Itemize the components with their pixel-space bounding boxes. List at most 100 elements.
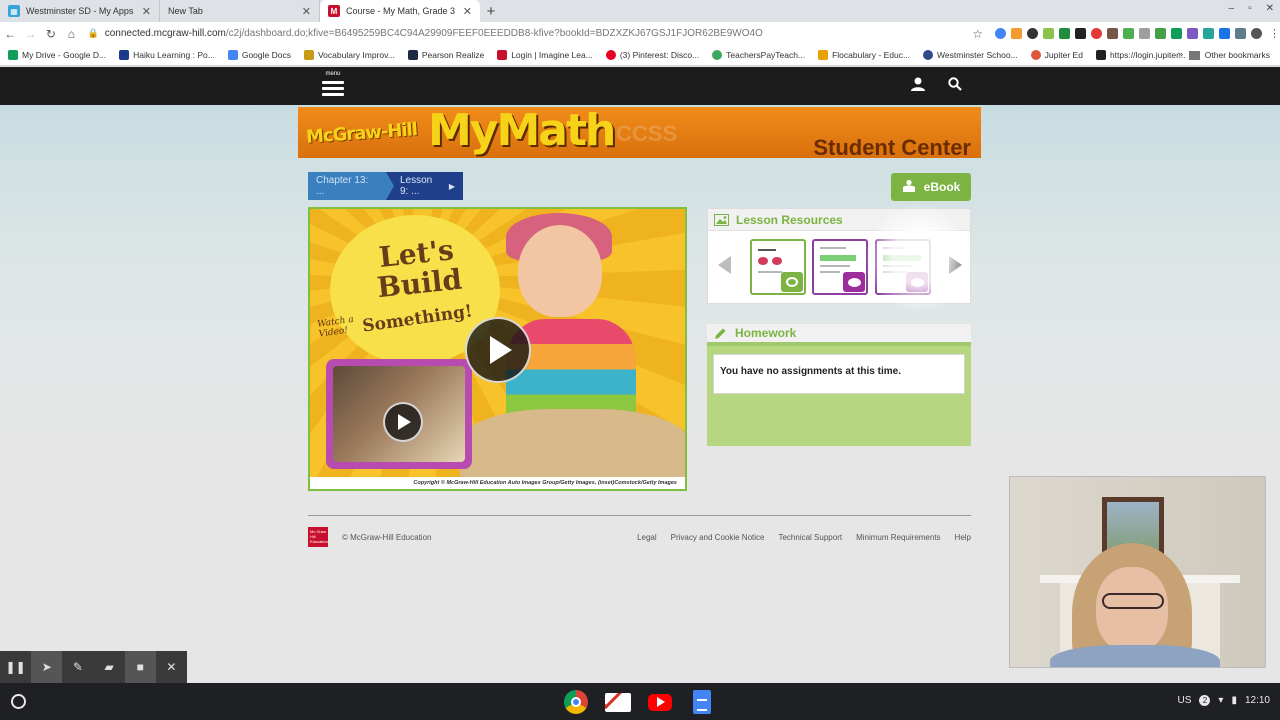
lesson-video[interactable]: Let's Build Something! Watch a Video! Co… bbox=[308, 207, 687, 491]
docs-icon[interactable] bbox=[688, 689, 716, 715]
extension-icon[interactable] bbox=[1091, 28, 1103, 39]
extension-icon[interactable] bbox=[1139, 28, 1151, 39]
breadcrumb-lesson-label: Lesson 9: ... bbox=[400, 175, 433, 197]
forward-arrow-icon[interactable]: → bbox=[20, 27, 40, 41]
manipulative-badge-icon bbox=[781, 272, 803, 292]
highlighter-icon[interactable]: ▰ bbox=[94, 651, 125, 683]
bookmark-item[interactable]: Haiku Learning : Po... bbox=[119, 50, 215, 60]
clock: 12:10 bbox=[1244, 695, 1270, 706]
search-icon[interactable] bbox=[948, 77, 962, 94]
resource-thumbnail[interactable] bbox=[875, 239, 931, 295]
new-tab-button[interactable]: + bbox=[480, 0, 502, 22]
bookmark-item[interactable]: Vocabulary Improv... bbox=[303, 50, 395, 60]
bookmark-item[interactable]: Flocabulary - Educ... bbox=[818, 50, 910, 60]
bookmark-item[interactable]: TeachersPayTeach... bbox=[712, 50, 805, 60]
footer-link-legal[interactable]: Legal bbox=[637, 533, 657, 542]
breadcrumb-chapter[interactable]: Chapter 13: ... bbox=[308, 172, 394, 200]
jupiter-login-icon bbox=[1095, 50, 1106, 60]
extension-icon[interactable] bbox=[995, 28, 1007, 39]
browser-tab-my-apps[interactable]: ▦ Westminster SD - My Apps ✕ bbox=[0, 0, 160, 22]
extension-icon[interactable] bbox=[1219, 28, 1231, 39]
user-icon[interactable] bbox=[910, 77, 926, 94]
launcher-circle-icon[interactable] bbox=[11, 694, 26, 709]
thumbnail-line bbox=[820, 247, 846, 249]
footer-link-requirements[interactable]: Minimum Requirements bbox=[856, 533, 940, 542]
bookmark-item[interactable]: My Drive - Google D... bbox=[8, 50, 106, 60]
notification-count-badge: 2 bbox=[1199, 695, 1211, 706]
video-inset-frame bbox=[326, 359, 472, 469]
camera-icon[interactable]: ■ bbox=[124, 651, 156, 683]
play-icon[interactable] bbox=[465, 317, 531, 383]
bookmark-item[interactable]: Jupiter Ed bbox=[1030, 50, 1083, 60]
chrome-icon[interactable] bbox=[562, 689, 590, 715]
bookmark-label: https://login.jupiter... bbox=[1109, 50, 1186, 60]
url-input[interactable]: 🔒 connected.mcgraw-hill.com/c2j/dashboar… bbox=[88, 25, 903, 43]
carousel-prev-arrow-icon[interactable] bbox=[718, 256, 731, 274]
close-icon[interactable]: ✕ bbox=[463, 5, 472, 18]
extension-icon[interactable] bbox=[1107, 28, 1119, 39]
youtube-icon[interactable] bbox=[646, 689, 674, 715]
menu-button[interactable]: menu bbox=[322, 71, 344, 99]
profile-avatar-icon[interactable] bbox=[1251, 28, 1263, 39]
footer-link-help[interactable]: Help bbox=[955, 533, 971, 542]
restore-icon[interactable]: ▫ bbox=[1248, 3, 1252, 14]
extension-icon[interactable] bbox=[1027, 28, 1039, 39]
browser-tab-new-tab[interactable]: New Tab ✕ bbox=[160, 0, 320, 22]
girl-face-illustration bbox=[518, 225, 602, 317]
bookmark-star-icon[interactable]: ☆ bbox=[972, 27, 983, 41]
bookmark-item[interactable]: https://login.jupiter... bbox=[1095, 50, 1186, 60]
close-icon[interactable]: ✕ bbox=[302, 5, 311, 18]
resource-thumbnail[interactable] bbox=[750, 239, 806, 295]
extension-icon[interactable] bbox=[1155, 28, 1167, 39]
bookmark-item[interactable]: (3) Pinterest: Disco... bbox=[605, 50, 699, 60]
status-tray[interactable]: US 2 ▾ ▮ 12:10 bbox=[1178, 695, 1270, 706]
minimize-icon[interactable]: – bbox=[1229, 3, 1235, 14]
url-path: /c2j/dashboard.do;kfive=B6495259BC4C94A2… bbox=[225, 28, 763, 39]
carousel-next-arrow-icon[interactable] bbox=[949, 256, 962, 274]
bookmark-label: TeachersPayTeach... bbox=[726, 50, 806, 60]
resource-thumbnail[interactable] bbox=[812, 239, 868, 295]
extension-icon[interactable] bbox=[1171, 28, 1183, 39]
pause-icon[interactable]: ❚❚ bbox=[0, 651, 31, 683]
browser-menu-icon[interactable]: ⋮ bbox=[1269, 27, 1280, 40]
pen-icon[interactable]: ✎ bbox=[62, 651, 93, 683]
close-window-icon[interactable]: ✕ bbox=[1266, 3, 1274, 14]
gmail-icon[interactable] bbox=[604, 689, 632, 715]
homework-header: Homework bbox=[707, 324, 971, 346]
webcam-overlay[interactable] bbox=[1009, 476, 1266, 668]
extension-icon[interactable] bbox=[1235, 28, 1247, 39]
browser-tab-course[interactable]: M Course - My Math, Grade 3 ✕ bbox=[320, 0, 480, 22]
pointer-icon[interactable]: ➤ bbox=[31, 651, 63, 683]
other-bookmarks[interactable]: Other bookmarks bbox=[1188, 50, 1270, 60]
bookmark-item[interactable]: Westminster Schoo... bbox=[923, 50, 1018, 60]
extension-icon[interactable] bbox=[1011, 28, 1023, 39]
back-arrow-icon[interactable]: ← bbox=[0, 27, 20, 41]
webcam-presenter-glasses bbox=[1102, 593, 1164, 609]
bookmarks-overflow-chevron[interactable]: » bbox=[1178, 49, 1183, 59]
bookmark-item[interactable]: Pearson Realize bbox=[407, 50, 484, 60]
lesson-resources-panel: Lesson Resources bbox=[707, 203, 974, 313]
breadcrumb-lesson[interactable]: Lesson 9: ... ▶ bbox=[386, 172, 463, 200]
extension-icon[interactable] bbox=[1075, 28, 1087, 39]
close-icon[interactable]: ✕ bbox=[142, 5, 151, 18]
extension-icon[interactable] bbox=[1059, 28, 1071, 39]
vocabulary-icon bbox=[303, 50, 314, 60]
tab-title: Course - My Math, Grade 3 bbox=[346, 6, 456, 16]
reload-icon[interactable]: ↻ bbox=[41, 27, 61, 41]
extension-icon[interactable] bbox=[1123, 28, 1135, 39]
bookmark-item[interactable]: Google Docs bbox=[227, 50, 291, 60]
footer-link-support[interactable]: Technical Support bbox=[778, 533, 842, 542]
inset-play-icon[interactable] bbox=[383, 402, 423, 442]
ebook-button[interactable]: eBook bbox=[891, 173, 971, 201]
footer-link-privacy[interactable]: Privacy and Cookie Notice bbox=[671, 533, 765, 542]
tab-title: Westminster SD - My Apps bbox=[26, 6, 134, 16]
extension-icon[interactable] bbox=[1043, 28, 1055, 39]
westminster-icon bbox=[923, 50, 934, 60]
thumbnail-line bbox=[758, 249, 776, 251]
close-icon[interactable]: ✕ bbox=[156, 651, 187, 683]
extension-icon[interactable] bbox=[1187, 28, 1199, 39]
home-icon[interactable]: ⌂ bbox=[61, 27, 81, 41]
bookmark-item[interactable]: Login | Imagine Lea... bbox=[497, 50, 593, 60]
thumbnail-highlight bbox=[820, 255, 856, 261]
extension-icon[interactable] bbox=[1203, 28, 1215, 39]
